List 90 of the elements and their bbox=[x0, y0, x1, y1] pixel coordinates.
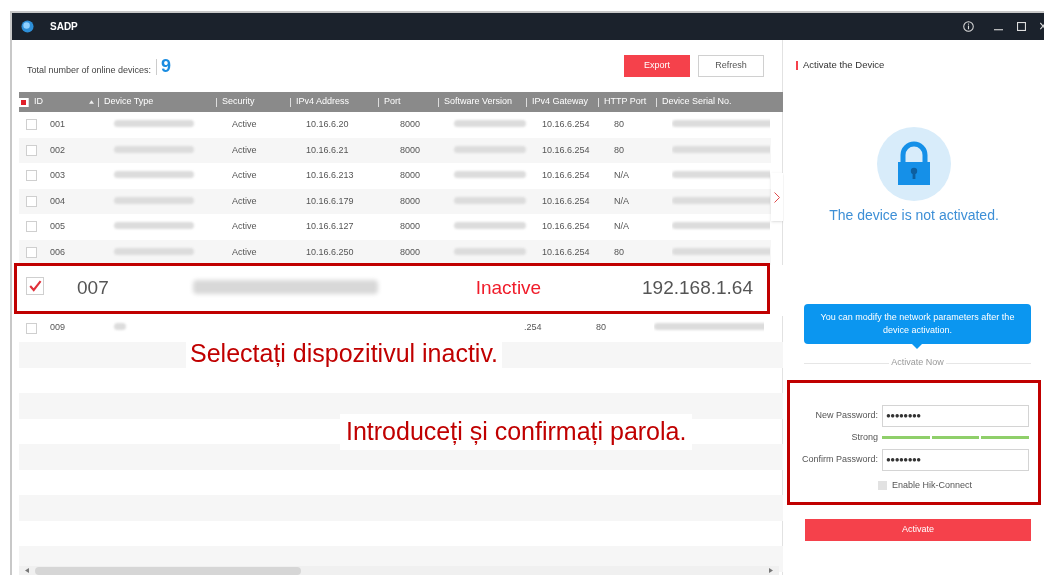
table-cell: 10.16.6.254 bbox=[542, 119, 590, 129]
table-cell-text: 192.168.1.64 bbox=[642, 276, 753, 301]
collapse-tab[interactable] bbox=[771, 173, 783, 221]
table-cell: 10.16.6.20 bbox=[306, 119, 349, 129]
device-count-label: Total number of online devices: bbox=[27, 64, 152, 78]
annotation-text: Introduceți și confirmați parola. bbox=[340, 414, 693, 450]
table-cell: N/A bbox=[614, 221, 629, 231]
sort-icon bbox=[89, 100, 94, 104]
app-logo-icon bbox=[21, 20, 34, 33]
redacted-text bbox=[454, 145, 526, 153]
table-cell: 8000 bbox=[400, 246, 421, 257]
table-cell: 8000 bbox=[400, 144, 421, 155]
table-row[interactable]: 009 .254 80 bbox=[19, 318, 783, 338]
maximize-icon[interactable] bbox=[1017, 22, 1026, 31]
table-row[interactable]: 004 Active 10.16.6.179 8000 10.16.6.254 N/A bbox=[19, 188, 771, 214]
redacted-text bbox=[454, 171, 526, 178]
checkbox[interactable] bbox=[25, 119, 37, 131]
table-cell: 10.16.6.254 bbox=[542, 246, 590, 257]
device-count: 9 bbox=[161, 54, 172, 78]
table-row[interactable]: 002 Active 10.16.6.21 8000 10.16.6.254 80 bbox=[19, 137, 771, 163]
redacted-text bbox=[114, 323, 126, 331]
strength-label: Strong bbox=[850, 431, 879, 444]
table-cell: 10.16.6.250 bbox=[306, 246, 354, 257]
table-cell: 8000 bbox=[400, 221, 421, 231]
table-cell: 80 bbox=[596, 322, 606, 333]
redacted-text bbox=[454, 196, 526, 204]
table-cell: Active bbox=[232, 170, 257, 180]
checkbox[interactable] bbox=[26, 276, 44, 295]
export-button[interactable]: Export bbox=[624, 55, 690, 77]
table-cell: 8000 bbox=[400, 170, 421, 180]
table-cell: 10.16.6.254 bbox=[542, 170, 590, 180]
checkbox[interactable] bbox=[25, 195, 37, 207]
table-cell-text: Inactive bbox=[475, 276, 542, 301]
field-label: New Password: bbox=[814, 409, 879, 422]
table-cell: Active bbox=[232, 119, 257, 129]
activate-button[interactable]: Activate bbox=[805, 518, 1031, 541]
table-cell: .254 bbox=[524, 322, 542, 333]
table-cell: 003 bbox=[50, 170, 66, 180]
checkbox[interactable] bbox=[25, 322, 37, 334]
table-cell: 002 bbox=[50, 144, 66, 155]
checkbox[interactable] bbox=[25, 170, 37, 182]
table-cell: 80 bbox=[614, 119, 624, 129]
table-cell: 80 bbox=[614, 144, 624, 155]
table-cell: N/A bbox=[614, 195, 629, 206]
divider-label: Activate Now bbox=[890, 356, 945, 370]
table-cell: 005 bbox=[50, 221, 66, 231]
table-cell: 10.16.6.213 bbox=[306, 170, 354, 180]
table-cell: Active bbox=[232, 221, 257, 231]
activation-status: The device is not activated. bbox=[829, 206, 999, 226]
field-label: Confirm Password: bbox=[800, 453, 879, 466]
table-cell: 10.16.6.254 bbox=[542, 144, 590, 155]
table-cell: 8000 bbox=[400, 195, 421, 206]
password-field[interactable]: ●●●●●●●● bbox=[882, 448, 1029, 471]
scroll-thumb[interactable] bbox=[35, 566, 301, 575]
checkbox[interactable] bbox=[25, 144, 37, 156]
table-cell: N/A bbox=[614, 170, 629, 180]
scroll-left-icon[interactable] bbox=[25, 568, 29, 573]
checkbox[interactable] bbox=[25, 246, 37, 258]
table-cell: Active bbox=[232, 195, 257, 206]
scroll-right-icon[interactable] bbox=[769, 568, 773, 573]
checkbox-label: Enable Hik-Connect bbox=[891, 478, 972, 492]
table-cell: 10.16.6.179 bbox=[306, 195, 354, 206]
password-field[interactable]: ●●●●●●●● bbox=[882, 404, 1029, 427]
refresh-button[interactable]: Refresh bbox=[698, 55, 764, 77]
table-cell: 10.16.6.254 bbox=[542, 195, 590, 206]
window-title: SADP bbox=[50, 20, 78, 34]
table-cell: 10.16.6.21 bbox=[306, 144, 349, 155]
horizontal-scrollbar[interactable] bbox=[19, 566, 779, 575]
table-cell: 10.16.6.127 bbox=[306, 221, 354, 231]
chevron-right-icon bbox=[774, 191, 780, 203]
table-cell: 009 bbox=[50, 322, 66, 333]
table-cell-text: 007 bbox=[77, 276, 109, 301]
redacted-text bbox=[454, 247, 526, 255]
table-cell: 001 bbox=[50, 119, 66, 129]
panel-title: Activate the Device bbox=[803, 58, 885, 72]
table-cell: 8000 bbox=[400, 119, 421, 129]
select-all-checkbox[interactable] bbox=[19, 97, 28, 107]
table-cell: Active bbox=[232, 246, 257, 257]
redacted-text bbox=[454, 222, 526, 229]
highlighted-row[interactable]: 007 Inactive 192.168.1.64 bbox=[14, 263, 770, 314]
table-cell: 006 bbox=[50, 246, 66, 257]
table-cell: 004 bbox=[50, 195, 66, 206]
table-cell: 10.16.6.254 bbox=[542, 221, 590, 231]
info-icon[interactable] bbox=[963, 21, 974, 32]
redacted-text bbox=[454, 120, 526, 127]
lock-icon bbox=[877, 127, 951, 202]
table-cell: Active bbox=[232, 144, 257, 155]
checkbox[interactable] bbox=[877, 481, 887, 490]
table-cell: 80 bbox=[614, 246, 624, 257]
checkbox[interactable] bbox=[25, 221, 37, 233]
